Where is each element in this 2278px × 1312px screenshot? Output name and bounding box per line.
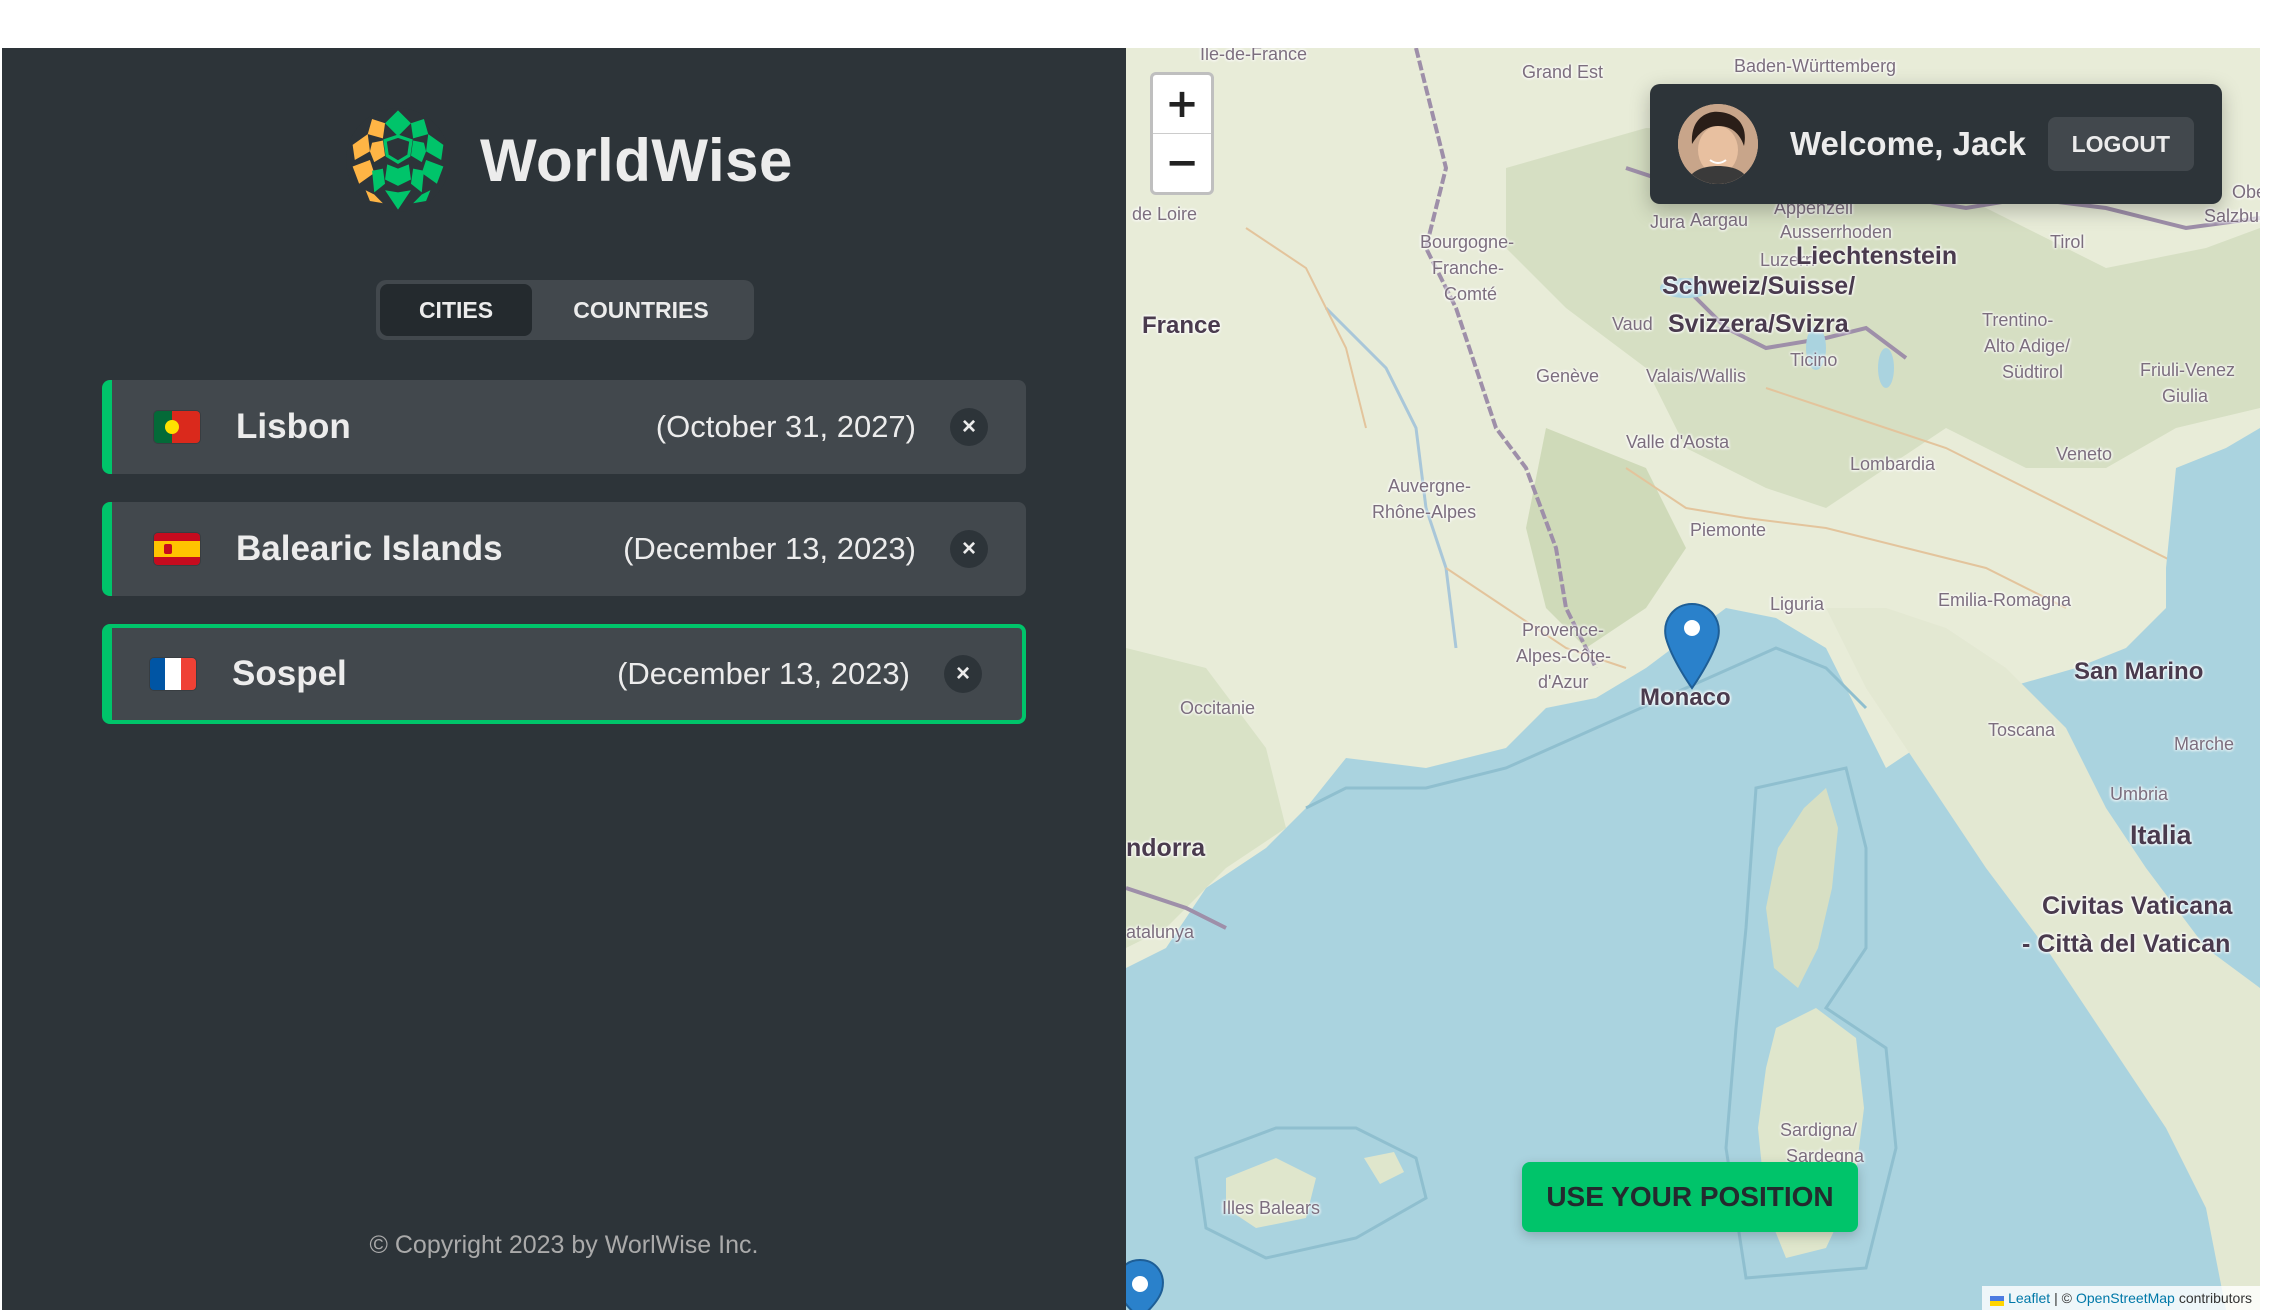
map-label: Liguria xyxy=(1770,594,1825,614)
map-container[interactable]: Île-de-France Grand Est Baden-Württember… xyxy=(1126,48,2260,1310)
map-label: d'Azur xyxy=(1538,672,1589,692)
ukraine-flag-icon xyxy=(1990,1293,2005,1306)
map-label: Piemonte xyxy=(1690,520,1767,540)
map-label: Tirol xyxy=(2050,232,2085,252)
map-label: San Marino xyxy=(2074,658,2204,685)
map-label: Provence- xyxy=(1522,620,1605,640)
map-label: Alto Adige/ xyxy=(1984,336,2071,356)
city-name: Sospel xyxy=(232,654,347,693)
tab-cities[interactable]: Cities xyxy=(380,284,532,336)
view-tabs: Cities Countries xyxy=(376,280,754,340)
map-label: Marche xyxy=(2174,734,2235,754)
map-label: Sardigna/ xyxy=(1780,1120,1858,1140)
map-label: Südtirol xyxy=(2002,362,2064,382)
map-label: ndorra xyxy=(1126,834,1206,862)
app-name: WorldWise xyxy=(480,126,793,194)
map-label: Jura xyxy=(1650,212,1686,232)
user-avatar-icon xyxy=(1678,104,1758,184)
map-label: Toscana xyxy=(1988,720,2056,740)
city-item-lisbon[interactable]: Lisbon (October 31, 2027) × xyxy=(102,380,1026,474)
delete-city-button[interactable]: × xyxy=(950,530,988,568)
map-label: Franche- xyxy=(1432,258,1505,278)
map-label: Bourgogne- xyxy=(1420,232,1515,252)
map-label: Genève xyxy=(1536,366,1600,386)
map-label: Civitas Vaticana xyxy=(2042,892,2233,920)
worldwise-logo-icon xyxy=(346,108,450,212)
city-date: (December 13, 2023) xyxy=(623,531,916,566)
zoom-control: + − xyxy=(1150,72,1214,195)
map-label: Umbria xyxy=(2110,784,2169,804)
leaflet-link[interactable]: Leaflet xyxy=(2008,1290,2050,1306)
city-list: Lisbon (October 31, 2027) × Balearic Isl… xyxy=(102,380,1026,752)
map-label: Grand Est xyxy=(1522,62,1604,82)
map-label: Occitanie xyxy=(1180,698,1256,718)
city-date: (October 31, 2027) xyxy=(655,409,916,444)
tab-countries[interactable]: Countries xyxy=(532,284,750,336)
map-label: Veneto xyxy=(2056,444,2113,464)
map-label: Italia xyxy=(2130,820,2192,850)
map-label: Emilia-Romagna xyxy=(1938,590,2072,610)
map-label: Alpes-Côte- xyxy=(1516,646,1612,666)
attribution-suffix: contributors xyxy=(2178,1290,2252,1306)
map-label: Baden-Württemberg xyxy=(1734,56,1897,76)
delete-city-button[interactable]: × xyxy=(944,655,982,693)
map-label: Giulia xyxy=(2162,386,2209,406)
map-label: de Loire xyxy=(1132,204,1198,224)
city-name: Balearic Islands xyxy=(236,529,503,568)
map-label: Illes Balears xyxy=(1222,1198,1321,1218)
france-flag-icon xyxy=(150,658,196,690)
city-name: Lisbon xyxy=(236,407,351,446)
use-position-button[interactable]: Use your position xyxy=(1522,1162,1858,1232)
attribution-separator: | © xyxy=(2054,1290,2072,1306)
map-label: Schweiz/Suisse/ xyxy=(1662,272,1856,300)
logo[interactable]: WorldWise xyxy=(344,106,793,214)
portugal-flag-icon xyxy=(154,411,200,443)
map-label: France xyxy=(1142,312,1221,339)
avatar xyxy=(1678,104,1758,184)
zoom-in-button[interactable]: + xyxy=(1153,75,1211,133)
map-label: Île-de-France xyxy=(1200,48,1308,64)
map-label: Valais/Wallis xyxy=(1646,366,1747,386)
map-label: Obe xyxy=(2232,182,2260,202)
city-item-sospel[interactable]: Sospel (December 13, 2023) × xyxy=(102,624,1026,724)
map-label: Valle d'Aosta xyxy=(1626,432,1730,452)
map-attribution: Leaflet | © OpenStreetMap contributors xyxy=(1982,1286,2260,1310)
city-item-balearic-islands[interactable]: Balearic Islands (December 13, 2023) × xyxy=(102,502,1026,596)
sidebar: WorldWise Cities Countries Lisbon (Octob… xyxy=(2,48,1126,1310)
map-label: Salzbur xyxy=(2204,206,2260,226)
map-label: Svizzera/Svizra xyxy=(1668,310,1849,338)
map-label: Comté xyxy=(1444,284,1498,304)
city-date: (December 13, 2023) xyxy=(617,656,910,691)
map-label: Ticino xyxy=(1790,350,1838,370)
map-label: Vaud xyxy=(1612,314,1653,334)
welcome-text: Welcome, Jack xyxy=(1790,125,2027,162)
map-label: Ausserrhoden xyxy=(1780,222,1893,242)
map-label: atalunya xyxy=(1126,922,1195,942)
map-label: Friuli-Venez xyxy=(2140,360,2236,380)
map-label: Auvergne- xyxy=(1388,476,1472,496)
user-panel: Welcome, Jack Logout xyxy=(1650,84,2222,204)
map-label: Aargau xyxy=(1690,210,1749,230)
map-label: Liechtenstein xyxy=(1796,242,1958,270)
osm-link[interactable]: OpenStreetMap xyxy=(2076,1290,2175,1306)
map-label: Lombardia xyxy=(1850,454,1936,474)
logout-button[interactable]: Logout xyxy=(2047,117,2194,171)
map-label: Trentino- xyxy=(1982,310,2054,330)
map-label: - Città del Vatican xyxy=(2022,930,2231,958)
spain-flag-icon xyxy=(154,533,200,565)
zoom-out-button[interactable]: − xyxy=(1153,133,1211,192)
delete-city-button[interactable]: × xyxy=(950,408,988,446)
map-label: Rhône-Alpes xyxy=(1372,502,1477,522)
monaco-label: Monaco xyxy=(1640,684,1731,711)
copyright-text: © Copyright 2023 by WorlWise Inc. xyxy=(369,1231,759,1259)
